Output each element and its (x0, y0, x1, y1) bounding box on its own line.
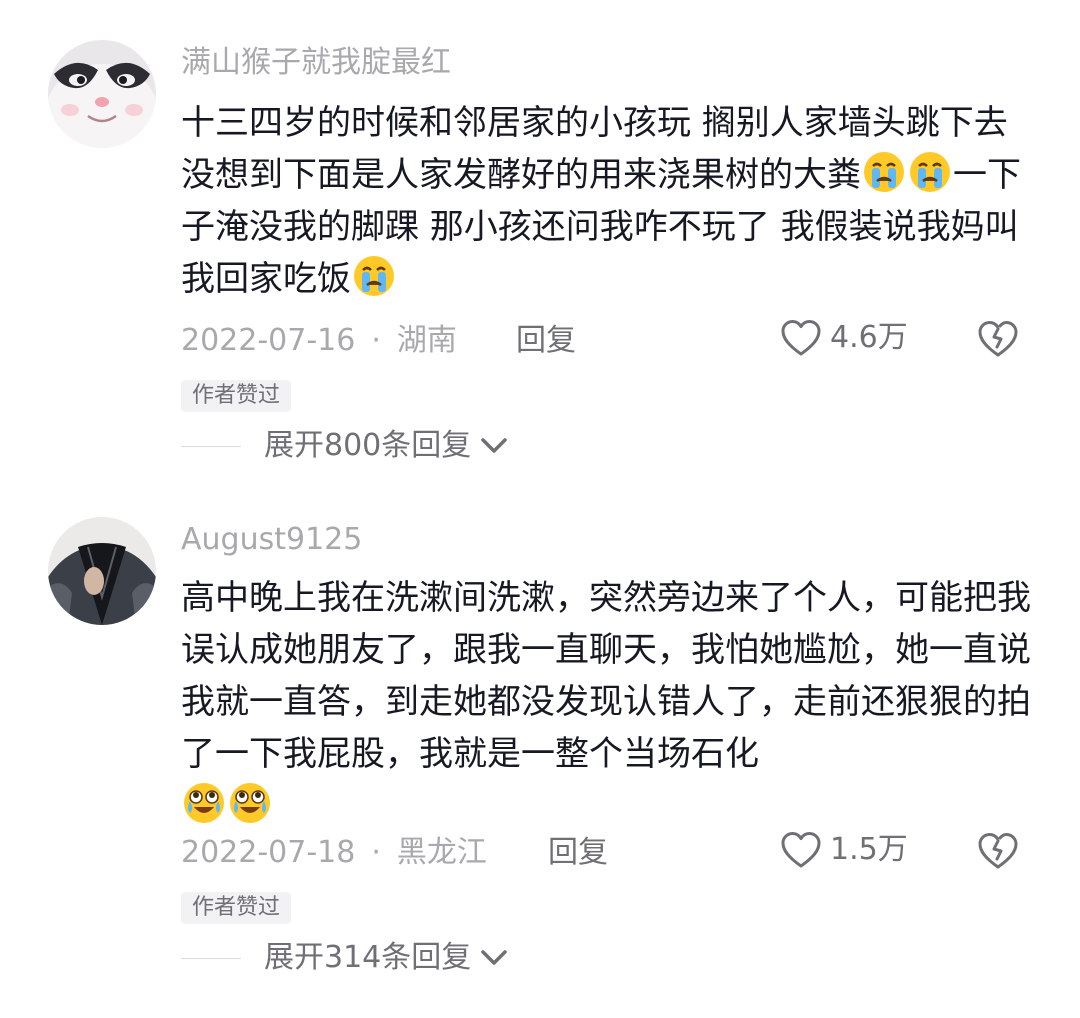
comment-text-part: 高中晚上我在洗漱间洗漱，突然旁边来了个人，可能把我误认成她朋友了，跟我一直聊天，… (181, 578, 1031, 774)
heart-icon (781, 320, 821, 356)
meta-separator: · (371, 323, 381, 358)
comment-location: 黑龙江 (396, 835, 487, 870)
meta-separator: · (371, 835, 381, 870)
expand-replies-label: 展开800条回复 (264, 428, 472, 463)
comment-meta: 2022-07-16 · 湖南 (181, 321, 457, 361)
dislike-button[interactable] (976, 830, 1020, 876)
like-count: 1.5万 (830, 832, 908, 867)
crying-emoji-icon (910, 152, 950, 192)
comment-username[interactable]: 满山猴子就我腚最红 (181, 43, 451, 83)
like-count: 4.6万 (830, 320, 908, 355)
expand-divider (181, 446, 241, 447)
heart-icon (781, 832, 821, 868)
comment-meta: 2022-07-18 · 黑龙江 (181, 833, 487, 873)
expand-replies-button[interactable]: 展开314条回复 (264, 938, 509, 978)
comment-text: 高中晚上我在洗漱间洗漱，突然旁边来了个人，可能把我误认成她朋友了，跟我一直聊天，… (181, 572, 1031, 832)
expand-replies-button[interactable]: 展开800条回复 (264, 426, 509, 466)
comment-date: 2022-07-16 (181, 323, 356, 358)
author-liked-badge: 作者赞过 (181, 892, 292, 924)
user-avatar[interactable] (48, 517, 156, 625)
reply-button[interactable]: 回复 (516, 321, 576, 361)
expand-divider (181, 958, 241, 959)
comment-item: 满山猴子就我腚最红 十三四岁的时候和邻居家的小孩玩 搁别人家墙头跳下去 没想到下… (0, 0, 1080, 500)
teary-smile-emoji-icon (184, 783, 224, 823)
user-avatar[interactable] (48, 40, 156, 148)
reply-button[interactable]: 回复 (548, 833, 608, 873)
dislike-button[interactable] (976, 318, 1020, 364)
expand-replies-label: 展开314条回复 (264, 940, 472, 975)
person-jacket-avatar-icon (48, 517, 156, 625)
comment-item: August9125 高中晚上我在洗漱间洗漱，突然旁边来了个人，可能把我误认成她… (0, 500, 1080, 1018)
like-button[interactable]: 1.5万 (780, 830, 908, 870)
white-cat-avatar-icon (48, 40, 156, 148)
comment-location: 湖南 (396, 323, 457, 358)
comment-date: 2022-07-18 (181, 835, 356, 870)
broken-heart-icon (978, 833, 1018, 869)
crying-emoji-icon (864, 152, 904, 192)
teary-smile-emoji-icon (230, 783, 270, 823)
like-button[interactable]: 4.6万 (780, 318, 908, 358)
crying-emoji-icon (354, 256, 394, 296)
comment-text: 十三四岁的时候和邻居家的小孩玩 搁别人家墙头跳下去 没想到下面是人家发酵好的用来… (181, 97, 1031, 305)
chevron-down-icon (481, 438, 508, 453)
author-liked-badge: 作者赞过 (181, 380, 292, 412)
chevron-down-icon (481, 950, 508, 965)
broken-heart-icon (978, 321, 1018, 357)
comment-username[interactable]: August9125 (181, 520, 362, 560)
